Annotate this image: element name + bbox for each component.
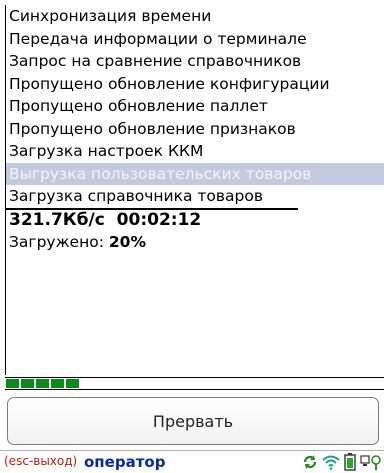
battery-icon — [344, 453, 356, 471]
sync-icon — [303, 455, 317, 469]
sync-log-panel: Синхронизация времени Передача информаци… — [5, 5, 384, 375]
loaded-status: Загружено: 20% — [6, 231, 384, 253]
network-icon — [360, 455, 381, 470]
log-item-selected: Выгрузка пользовательских товаров — [6, 162, 384, 185]
log-item: Синхронизация времени — [9, 7, 212, 25]
log-item: Загрузка справочника товаров — [9, 187, 263, 205]
progress-bar — [5, 377, 384, 390]
log-item: Загрузка настроек ККМ — [9, 142, 204, 160]
transfer-stats: 321.7Кб/с 00:02:12 — [6, 210, 384, 231]
status-bar: (esc-выход) оператор — [0, 450, 384, 473]
log-item: Пропущено обновление признаков — [9, 119, 296, 138]
elapsed-time: 00:02:12 — [116, 209, 202, 230]
log-item: Пропущено обновление паллет — [9, 97, 268, 115]
status-icons — [302, 452, 382, 472]
log-item: Передача информации о терминале — [9, 29, 307, 48]
log-item: Запрос на сравнение справочников — [9, 52, 302, 70]
progress-fill — [6, 379, 81, 388]
wifi-icon — [322, 455, 340, 470]
loaded-value: 20% — [108, 232, 146, 251]
esc-hint: (esc-выход) — [4, 454, 78, 468]
sync-log-list: Синхронизация времени Передача информаци… — [6, 5, 384, 208]
abort-button[interactable]: Прервать — [7, 397, 379, 445]
log-item: Пропущено обновление конфигурации — [9, 74, 330, 93]
loaded-label: Загружено: — [9, 232, 104, 251]
user-name: оператор — [84, 453, 166, 471]
transfer-speed: 321.7Кб/с — [9, 209, 105, 230]
